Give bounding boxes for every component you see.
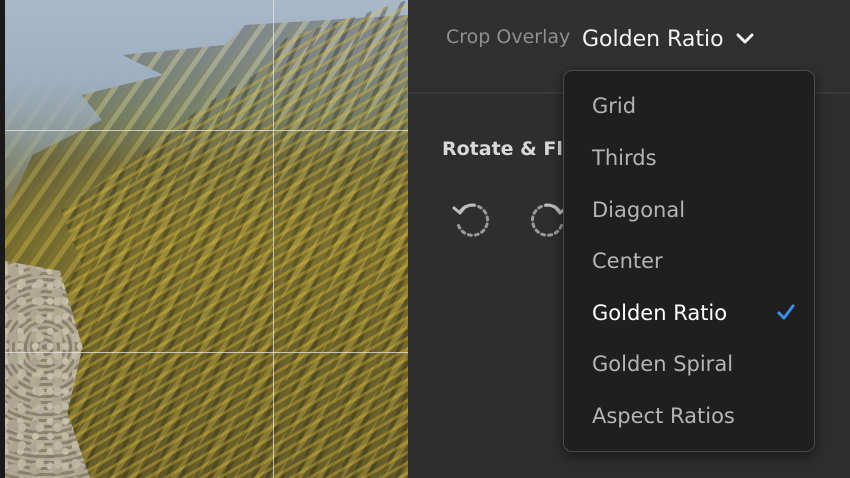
menu-item-label: Aspect Ratios bbox=[592, 404, 735, 428]
photo-canvas[interactable] bbox=[0, 0, 408, 478]
rotate-flip-title: Rotate & Flip bbox=[442, 138, 583, 160]
menu-item-label: Grid bbox=[592, 94, 637, 118]
menu-item-label: Thirds bbox=[592, 146, 657, 170]
chevron-down-icon bbox=[736, 33, 754, 44]
menu-item-label: Center bbox=[592, 249, 663, 273]
checkmark-icon bbox=[777, 304, 795, 320]
overlay-line-horizontal bbox=[0, 130, 408, 131]
menu-item-golden-spiral[interactable]: Golden Spiral bbox=[564, 341, 814, 387]
overlay-line-horizontal bbox=[0, 352, 408, 353]
menu-item-label: Golden Ratio bbox=[592, 301, 728, 325]
menu-item-aspect-ratios[interactable]: Aspect Ratios bbox=[564, 393, 814, 439]
menu-item-thirds[interactable]: Thirds bbox=[564, 135, 814, 181]
crop-overlay-dropdown[interactable]: Golden Ratio bbox=[582, 22, 754, 56]
menu-item-golden-ratio[interactable]: Golden Ratio bbox=[564, 290, 814, 336]
crop-overlay-value: Golden Ratio bbox=[582, 26, 724, 52]
menu-item-label: Diagonal bbox=[592, 198, 686, 222]
rotate-left-icon bbox=[452, 203, 490, 237]
menu-item-label: Golden Spiral bbox=[592, 352, 734, 376]
menu-item-diagonal[interactable]: Diagonal bbox=[564, 187, 814, 233]
canvas-edge bbox=[0, 0, 5, 478]
menu-item-center[interactable]: Center bbox=[564, 238, 814, 284]
overlay-line-vertical bbox=[273, 0, 274, 478]
rotate-left-button[interactable] bbox=[450, 198, 494, 242]
menu-item-grid[interactable]: Grid bbox=[564, 83, 814, 129]
crop-overlay-label: Crop Overlay bbox=[446, 26, 571, 48]
crop-overlay-menu: Grid Thirds Diagonal Center Golden Ratio… bbox=[563, 70, 815, 452]
